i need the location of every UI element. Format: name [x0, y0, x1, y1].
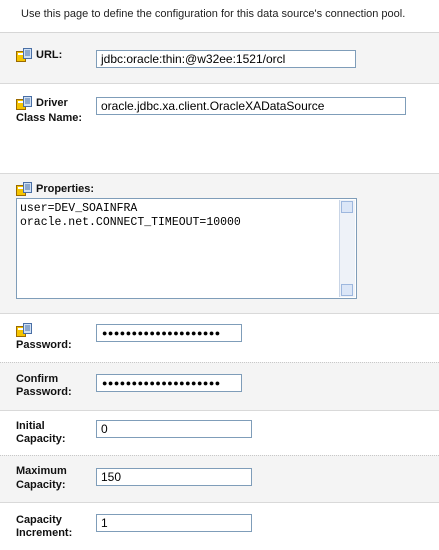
confirm-password-label-line1: Confirm: [16, 373, 59, 385]
driver-class-input[interactable]: oracle.jdbc.xa.client.OracleXADataSource: [96, 97, 406, 115]
maximum-capacity-label-line2: Capacity:: [16, 479, 66, 491]
scroll-up-button[interactable]: [341, 201, 353, 213]
field-help-icon[interactable]: [16, 323, 33, 337]
maximum-capacity-row: Maximum Capacity: 150: [0, 455, 439, 502]
capacity-increment-row: Capacity Increment: 1: [0, 502, 439, 550]
confirm-password-label-line2: Password:: [16, 386, 72, 398]
properties-textarea[interactable]: user=DEV_SOAINFRA oracle.net.CONNECT_TIM…: [16, 198, 357, 299]
initial-capacity-label-line1: Initial: [16, 420, 45, 432]
password-row: Password: ●●●●●●●●●●●●●●●●●●●●: [0, 313, 439, 362]
password-label: Password:: [16, 339, 72, 351]
page-description: Use this page to define the configuratio…: [21, 8, 406, 20]
scroll-down-button[interactable]: [341, 284, 353, 296]
field-help-icon[interactable]: [16, 182, 33, 196]
driver-label-line1: Driver: [36, 97, 68, 109]
properties-line-1: user=DEV_SOAINFRA: [20, 202, 138, 215]
maximum-capacity-label-line1: Maximum: [16, 465, 67, 477]
vertical-scrollbar[interactable]: [339, 200, 355, 297]
field-help-icon[interactable]: [16, 48, 33, 62]
capacity-increment-label-line2: Increment:: [16, 527, 73, 539]
driver-label-line2: Class Name:: [16, 112, 83, 124]
initial-capacity-input[interactable]: 0: [96, 420, 252, 438]
field-help-icon[interactable]: [16, 96, 33, 110]
url-input[interactable]: jdbc:oracle:thin:@w32ee:1521/orcl: [96, 50, 356, 68]
description-row: Use this page to define the configuratio…: [0, 0, 439, 33]
properties-label: Properties:: [36, 183, 95, 195]
url-label: URL:: [36, 49, 63, 61]
maximum-capacity-input[interactable]: 150: [96, 468, 252, 486]
driver-row: Driver Class Name: oracle.jdbc.xa.client…: [0, 83, 439, 173]
password-input[interactable]: ●●●●●●●●●●●●●●●●●●●●: [96, 324, 242, 342]
initial-capacity-label-line2: Capacity:: [16, 433, 66, 445]
confirm-password-input[interactable]: ●●●●●●●●●●●●●●●●●●●●: [96, 374, 242, 392]
url-row: URL: jdbc:oracle:thin:@w32ee:1521/orcl: [0, 33, 439, 83]
confirm-password-row: Confirm Password: ●●●●●●●●●●●●●●●●●●●●: [0, 362, 439, 410]
properties-line-2: oracle.net.CONNECT_TIMEOUT=10000: [20, 216, 241, 229]
initial-capacity-row: Initial Capacity: 0: [0, 410, 439, 455]
capacity-increment-input[interactable]: 1: [96, 514, 252, 532]
capacity-increment-label-line1: Capacity: [16, 514, 62, 526]
